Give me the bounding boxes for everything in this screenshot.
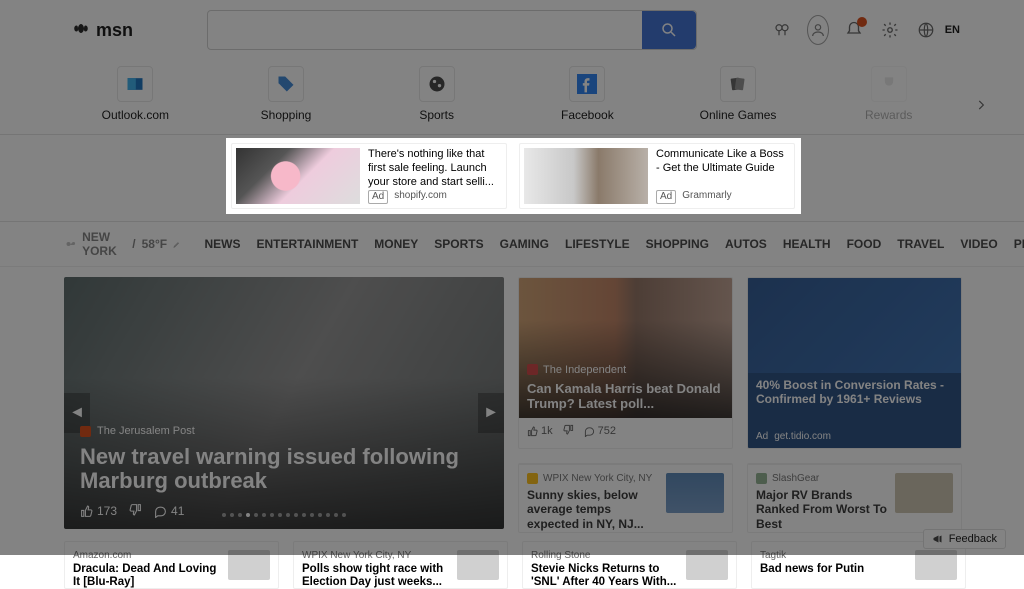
- ad-title: Communicate Like a Boss - Get the Ultima…: [656, 148, 790, 176]
- ad-text: Communicate Like a Boss - Get the Ultima…: [656, 148, 790, 204]
- ad-sponsor: Grammarly: [682, 190, 731, 205]
- ads-highlight: There's nothing like that first sale fee…: [226, 138, 801, 214]
- ad-card-2-highlight[interactable]: Communicate Like a Boss - Get the Ultima…: [519, 143, 795, 209]
- ad-label: Ad: [368, 190, 388, 205]
- ad-image: [236, 148, 360, 204]
- ad-card-1-highlight[interactable]: There's nothing like that first sale fee…: [231, 143, 507, 209]
- ad-image: [524, 148, 648, 204]
- ad-title: There's nothing like that first sale fee…: [368, 148, 502, 189]
- ad-label: Ad: [656, 190, 676, 205]
- ad-text: There's nothing like that first sale fee…: [368, 148, 502, 204]
- dim-overlay: [0, 0, 1024, 555]
- ad-sponsor: shopify.com: [394, 190, 447, 205]
